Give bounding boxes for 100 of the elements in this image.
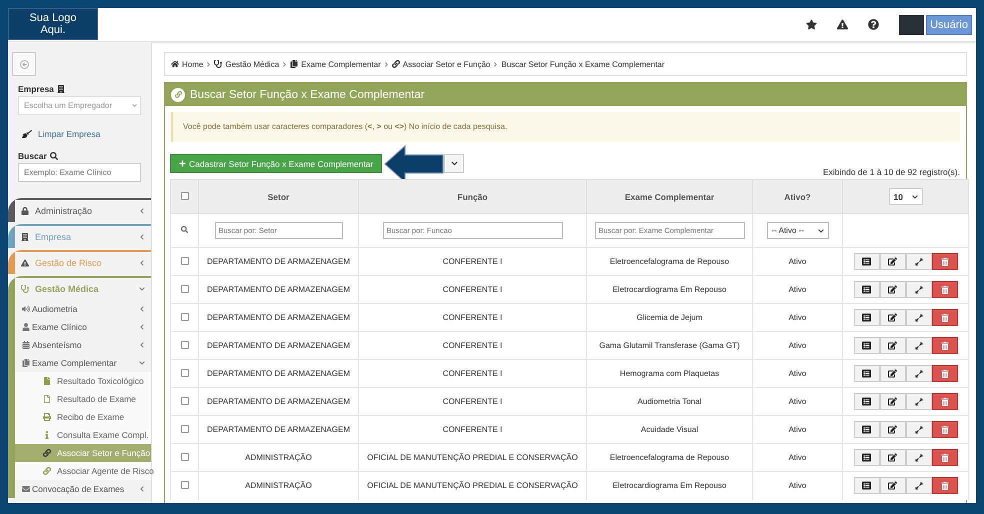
delete-button[interactable] [932, 253, 958, 270]
table-cell: DEPARTAMENTO DE ARMAZENAGEM [198, 360, 358, 388]
chevron-right-icon [493, 62, 498, 66]
table-cell: CONFERENTE I [358, 388, 586, 416]
edit-icon [888, 397, 897, 406]
delete-button[interactable] [932, 365, 958, 382]
view-button[interactable] [854, 281, 880, 298]
view-button[interactable] [854, 449, 880, 466]
row-checkbox[interactable] [180, 396, 188, 404]
table-cell: Ativo [752, 276, 842, 304]
home-icon [171, 60, 179, 68]
breadcrumb-link[interactable]: Home [182, 60, 204, 68]
table-cell: Ativo [752, 472, 842, 500]
dropdown-button[interactable] [444, 154, 464, 173]
breadcrumb-link[interactable]: Exame Complementar [301, 60, 381, 68]
clear-company-link[interactable]: Limpar Empresa [22, 129, 141, 139]
breadcrumb-link[interactable]: Buscar Setor Função x Exame Complementar [501, 60, 665, 68]
row-checkbox[interactable] [180, 340, 188, 348]
list-icon [862, 369, 871, 378]
table-cell: Ativo [752, 332, 842, 360]
status-filter-select[interactable]: -- Ativo -- [766, 222, 828, 239]
delete-button[interactable] [932, 449, 958, 466]
warning-icon[interactable] [837, 19, 848, 30]
breadcrumb-link[interactable]: Associar Setor e Função [402, 60, 490, 68]
edit-button[interactable] [880, 337, 906, 354]
expand-button[interactable] [906, 365, 932, 382]
view-button[interactable] [854, 337, 880, 354]
view-button[interactable] [854, 365, 880, 382]
delete-button[interactable] [932, 281, 958, 298]
search-field[interactable]: Exemplo: Exame Clínico [18, 163, 141, 182]
view-button[interactable] [854, 477, 880, 494]
submenu-item[interactable]: Resultado Toxicológico [15, 372, 151, 390]
edit-button[interactable] [880, 253, 906, 270]
table-cell: DEPARTAMENTO DE ARMAZENAGEM [198, 276, 358, 304]
caret-icon [132, 103, 137, 108]
row-checkbox[interactable] [180, 368, 188, 376]
submenu-item[interactable]: Associar Agente de Risco [15, 462, 151, 480]
page-size-select[interactable]: 10 [888, 188, 922, 205]
search-label: Buscar [18, 151, 141, 161]
table-cell: Eletrocardiograma Em Repouso [586, 472, 752, 500]
row-checkbox[interactable] [180, 256, 188, 264]
row-checkbox[interactable] [180, 284, 188, 292]
star-icon[interactable] [806, 19, 818, 30]
table-cell: Ativo [752, 388, 842, 416]
expand-button[interactable] [906, 337, 932, 354]
edit-button[interactable] [880, 281, 906, 298]
table-cell: Ativo [752, 248, 842, 276]
expand-icon [914, 370, 922, 378]
delete-button[interactable] [932, 393, 958, 410]
trash-icon [940, 314, 948, 322]
view-button[interactable] [854, 421, 880, 438]
expand-button[interactable] [906, 281, 932, 298]
printer-icon [43, 413, 51, 421]
delete-button[interactable] [932, 309, 958, 326]
edit-button[interactable] [880, 393, 906, 410]
expand-button[interactable] [906, 477, 932, 494]
row-checkbox[interactable] [180, 452, 188, 460]
expand-button[interactable] [906, 253, 932, 270]
view-button[interactable] [854, 393, 880, 410]
photo-placeholder [899, 14, 924, 34]
row-checkbox[interactable] [180, 480, 188, 489]
chevron-down-icon [450, 160, 458, 167]
expand-button[interactable] [906, 393, 932, 410]
sidebar-toggle-button[interactable] [12, 52, 36, 76]
select-all-checkbox[interactable] [180, 192, 188, 200]
submenu-item[interactable]: Recibo de Exame [15, 408, 151, 426]
edit-button[interactable] [880, 365, 906, 382]
edit-button[interactable] [880, 421, 906, 438]
edit-icon [888, 257, 897, 266]
logo[interactable]: Sua Logo Aqui. [8, 8, 98, 40]
help-icon[interactable] [868, 19, 880, 30]
expand-button[interactable] [906, 421, 932, 438]
table-cell: Acuidade Visual [586, 416, 752, 444]
breadcrumb-link[interactable]: Gestão Médica [225, 60, 280, 68]
delete-button[interactable] [932, 337, 958, 354]
row-checkbox[interactable] [180, 312, 188, 320]
lock-icon [21, 207, 29, 215]
trash-icon [940, 482, 948, 490]
submenu-item[interactable]: Resultado de Exame [15, 390, 151, 408]
edit-button[interactable] [880, 309, 906, 326]
submenu-item[interactable]: Consulta Exame Compl. [15, 426, 151, 444]
edit-button[interactable] [880, 449, 906, 466]
delete-button[interactable] [932, 421, 958, 438]
view-button[interactable] [854, 309, 880, 326]
add-button[interactable]: Cadastrar Setor Função x Exame Complementar [170, 154, 382, 173]
edit-icon [888, 453, 897, 462]
table-cell: CONFERENTE I [358, 360, 586, 388]
broom-icon [22, 129, 32, 139]
view-button[interactable] [854, 253, 880, 270]
list-icon [862, 257, 871, 266]
chevron-right-icon [384, 62, 389, 66]
expand-icon [914, 258, 922, 266]
column-header: Setor [198, 180, 358, 214]
info-icon [43, 431, 51, 439]
delete-button[interactable] [932, 477, 958, 494]
expand-button[interactable] [906, 449, 932, 466]
row-checkbox[interactable] [180, 424, 188, 432]
expand-button[interactable] [906, 309, 932, 326]
document-icon [22, 359, 30, 367]
edit-button[interactable] [880, 477, 906, 494]
